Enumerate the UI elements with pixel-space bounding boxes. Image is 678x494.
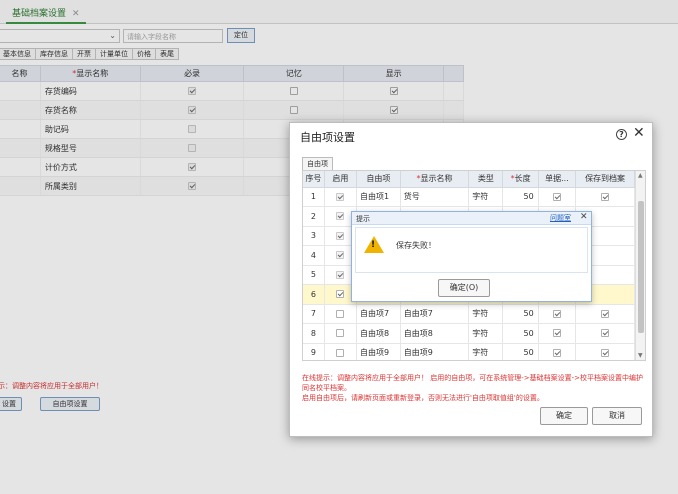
alert-title: 提示 bbox=[356, 215, 370, 223]
free-item-cell: 自由项9 bbox=[356, 343, 401, 360]
row-number: 1 bbox=[303, 187, 325, 207]
ok-button[interactable]: 确定 bbox=[540, 407, 588, 425]
row-number: 9 bbox=[303, 343, 325, 360]
save-cell bbox=[575, 304, 635, 324]
length-cell[interactable]: 50 bbox=[502, 304, 539, 324]
length-cell[interactable]: 50 bbox=[502, 323, 539, 344]
warning-icon-mark: ! bbox=[371, 240, 376, 250]
tip-line: 启用自由项后，请刷新页面或重新登录，否则无法进行'自由项取值组'的设置。 bbox=[302, 394, 544, 402]
display-name-cell[interactable]: 货号 bbox=[400, 187, 470, 207]
column-header: 单据... bbox=[538, 171, 577, 188]
doc-cell bbox=[538, 323, 577, 344]
scroll-up-icon[interactable]: ▲ bbox=[638, 172, 643, 179]
row-number: 7 bbox=[303, 304, 325, 324]
save-cell bbox=[575, 187, 635, 207]
enabled-cell bbox=[324, 323, 357, 344]
enabled-checkbox[interactable] bbox=[336, 329, 345, 338]
doc-cell bbox=[538, 304, 577, 324]
save-cell bbox=[575, 323, 635, 344]
type-cell: 字符 bbox=[468, 304, 504, 324]
free-item-cell: 自由项7 bbox=[356, 304, 401, 324]
vertical-scrollbar[interactable]: ▲ ▼ bbox=[635, 171, 645, 360]
table-row[interactable]: 9 自由项9 自由项9 字符 50 bbox=[303, 343, 635, 360]
column-header: 启用 bbox=[324, 171, 357, 188]
close-icon[interactable]: ✕ bbox=[580, 212, 588, 222]
free-item-cell: 自由项8 bbox=[356, 323, 401, 344]
column-header: 类型 bbox=[468, 171, 504, 188]
doc-cell bbox=[538, 343, 577, 360]
enabled-checkbox[interactable] bbox=[336, 290, 345, 299]
column-header: *显示名称 bbox=[400, 171, 470, 188]
enabled-checkbox[interactable] bbox=[336, 231, 345, 240]
length-cell[interactable]: 50 bbox=[502, 187, 539, 207]
enabled-cell bbox=[324, 304, 357, 324]
row-number: 6 bbox=[303, 284, 325, 305]
doc-checkbox[interactable] bbox=[552, 192, 561, 201]
row-number: 2 bbox=[303, 206, 325, 227]
display-name-cell[interactable]: 自由项7 bbox=[400, 304, 470, 324]
close-icon[interactable]: ✕ bbox=[633, 125, 645, 141]
doc-checkbox[interactable] bbox=[552, 348, 561, 357]
type-cell: 字符 bbox=[468, 343, 504, 360]
enabled-cell bbox=[324, 343, 357, 360]
type-cell: 字符 bbox=[468, 323, 504, 344]
table-row[interactable]: 7 自由项7 自由项7 字符 50 bbox=[303, 304, 635, 324]
row-number: 8 bbox=[303, 323, 325, 344]
alert-body: ! 保存失败！ bbox=[355, 227, 588, 273]
cancel-button[interactable]: 取消 bbox=[592, 407, 642, 425]
table-row[interactable]: 8 自由项8 自由项8 字符 50 bbox=[303, 323, 635, 344]
tab-free-item[interactable]: 自由项 bbox=[302, 157, 333, 170]
enabled-cell bbox=[324, 187, 357, 207]
help-link[interactable]: 问题室 bbox=[550, 213, 571, 223]
scroll-down-icon[interactable]: ▼ bbox=[638, 352, 643, 359]
enabled-checkbox[interactable] bbox=[336, 270, 345, 279]
display-name-cell[interactable]: 自由项8 bbox=[400, 323, 470, 344]
alert-dialog: 提示 问题室 ✕ ! 保存失败！ 确定(O) bbox=[351, 211, 592, 302]
display-name-cell[interactable]: 自由项9 bbox=[400, 343, 470, 360]
enabled-checkbox[interactable] bbox=[336, 192, 345, 201]
column-header: 保存到档案 bbox=[575, 171, 635, 188]
scrollbar-thumb[interactable] bbox=[638, 201, 644, 333]
dialog-online-tip: 在线提示：调整内容将应用于全部用户！ 启用的自由项，可在系统管理->基础档案设置… bbox=[302, 373, 646, 403]
save-to-archive-checkbox[interactable] bbox=[601, 309, 610, 318]
enabled-checkbox[interactable] bbox=[336, 309, 345, 318]
doc-checkbox[interactable] bbox=[552, 329, 561, 338]
table-row[interactable]: 1 自由项1 货号 字符 50 bbox=[303, 187, 635, 207]
alert-message: 保存失败！ bbox=[396, 241, 436, 250]
doc-cell bbox=[538, 187, 577, 207]
save-cell bbox=[575, 343, 635, 360]
alert-header: 提示 问题室 ✕ bbox=[352, 212, 591, 225]
row-number: 4 bbox=[303, 245, 325, 266]
column-header: 序号 bbox=[303, 171, 325, 188]
help-icon[interactable]: ? bbox=[616, 129, 627, 140]
doc-checkbox[interactable] bbox=[552, 309, 561, 318]
enabled-checkbox[interactable] bbox=[336, 348, 345, 357]
save-to-archive-checkbox[interactable] bbox=[601, 329, 610, 338]
length-cell[interactable]: 50 bbox=[502, 343, 539, 360]
tip-line: 在线提示：调整内容将应用于全部用户！ 启用的自由项，可在系统管理->基础档案设置… bbox=[302, 374, 644, 392]
dialog-title: 自由项设置 bbox=[300, 131, 355, 144]
free-item-cell: 自由项1 bbox=[356, 187, 401, 207]
row-number: 5 bbox=[303, 265, 325, 285]
save-to-archive-checkbox[interactable] bbox=[601, 348, 610, 357]
enabled-checkbox[interactable] bbox=[336, 251, 345, 260]
type-cell: 字符 bbox=[468, 187, 504, 207]
enabled-checkbox[interactable] bbox=[336, 212, 345, 221]
save-to-archive-checkbox[interactable] bbox=[601, 192, 610, 201]
alert-ok-button[interactable]: 确定(O) bbox=[438, 279, 490, 297]
row-number: 3 bbox=[303, 226, 325, 246]
column-header: *长度 bbox=[502, 171, 539, 188]
column-header: 自由项 bbox=[356, 171, 401, 188]
